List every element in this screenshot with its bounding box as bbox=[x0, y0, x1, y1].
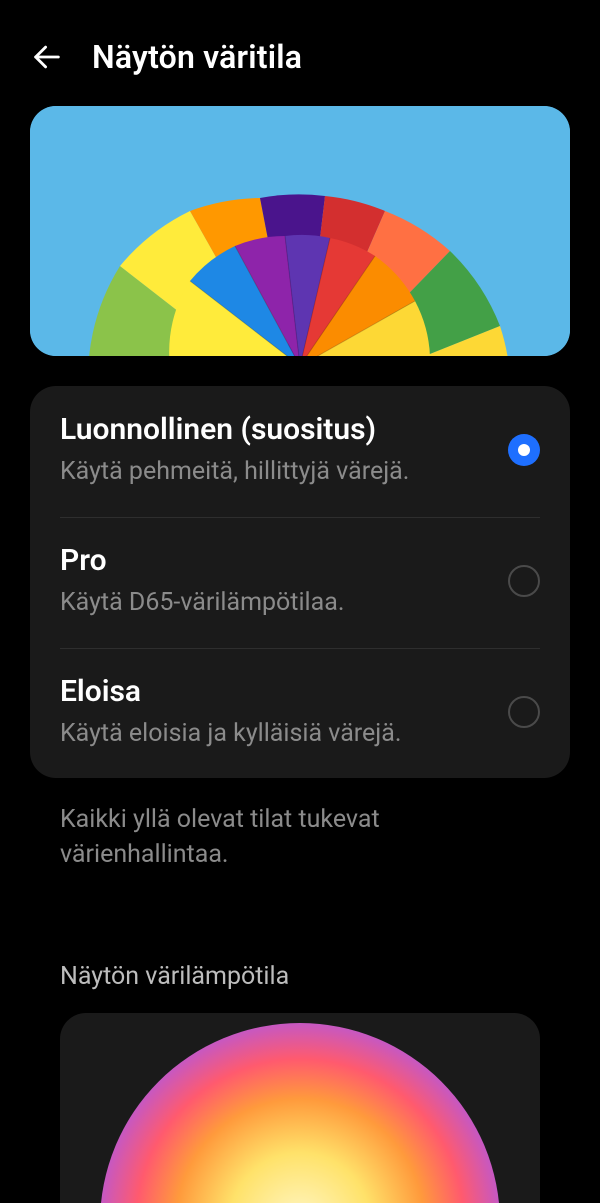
color-mode-options-card: Luonnollinen (suositus) Käytä pehmeitä, … bbox=[30, 386, 570, 778]
color-temperature-section-title: Näytön värilämpötila bbox=[30, 872, 570, 1013]
page-title: Näytön väritila bbox=[92, 38, 302, 76]
back-icon[interactable] bbox=[30, 40, 64, 74]
color-mode-option-natural[interactable]: Luonnollinen (suositus) Käytä pehmeitä, … bbox=[30, 386, 570, 517]
radio-unselected-icon[interactable] bbox=[508, 696, 540, 728]
option-description: Käytä D65-värilämpötilaa. bbox=[60, 586, 490, 620]
color-preview-image bbox=[30, 106, 570, 356]
radio-unselected-icon[interactable] bbox=[508, 565, 540, 597]
option-description: Käytä eloisia ja kylläisiä värejä. bbox=[60, 717, 490, 751]
header-bar: Näytön väritila bbox=[0, 0, 600, 106]
color-temperature-card[interactable] bbox=[60, 1013, 540, 1203]
color-mode-option-pro[interactable]: Pro Käytä D65-värilämpötilaa. bbox=[30, 517, 570, 648]
radio-selected-icon[interactable] bbox=[508, 434, 540, 466]
options-footnote: Kaikki yllä olevat tilat tukevat värienh… bbox=[30, 778, 570, 872]
settings-screen: Näytön väritila bbox=[0, 0, 600, 1203]
option-description: Käytä pehmeitä, hillittyjä värejä. bbox=[60, 455, 490, 489]
content: Luonnollinen (suositus) Käytä pehmeitä, … bbox=[0, 106, 600, 1203]
option-title: Eloisa bbox=[60, 674, 490, 709]
option-text: Pro Käytä D65-värilämpötilaa. bbox=[60, 543, 490, 620]
color-mode-option-vivid[interactable]: Eloisa Käytä eloisia ja kylläisiä värejä… bbox=[30, 648, 570, 779]
option-text: Eloisa Käytä eloisia ja kylläisiä värejä… bbox=[60, 674, 490, 751]
option-title: Luonnollinen (suositus) bbox=[60, 412, 490, 447]
option-title: Pro bbox=[60, 543, 490, 578]
option-text: Luonnollinen (suositus) Käytä pehmeitä, … bbox=[60, 412, 490, 489]
